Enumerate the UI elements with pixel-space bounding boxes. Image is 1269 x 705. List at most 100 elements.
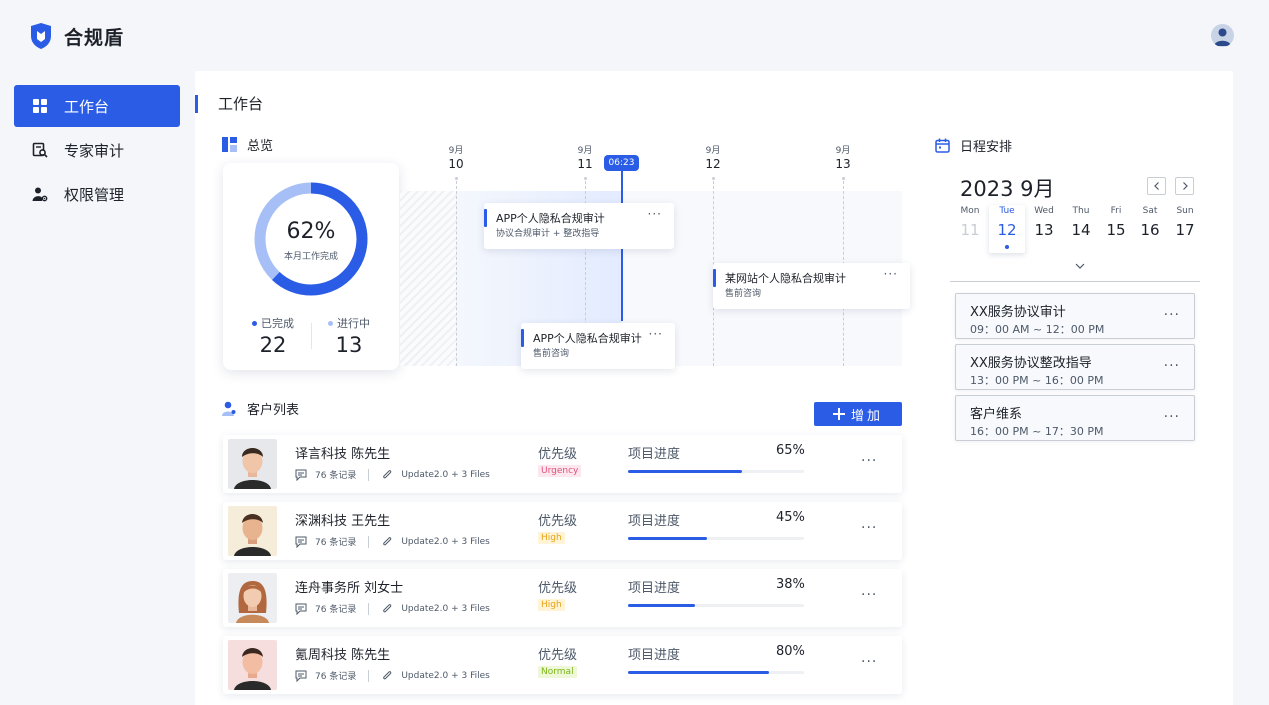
calendar-day[interactable]: Thu 14 — [1063, 205, 1099, 240]
calendar-icon — [935, 138, 950, 153]
task-title: APP个人隐私合规审计 — [496, 212, 605, 225]
calendar-day[interactable]: Sun 17 — [1167, 205, 1203, 240]
progress-track — [628, 671, 804, 674]
timeline-task-card[interactable]: 某网站个人隐私合规审计 售前咨询 ··· — [713, 263, 910, 309]
calendar-divider — [950, 281, 1200, 282]
completion-percentage: 62% — [286, 219, 336, 244]
task-title: 某网站个人隐私合规审计 — [725, 272, 846, 285]
sidebar-item-label: 工作台 — [64, 97, 110, 116]
more-icon[interactable]: ··· — [861, 520, 877, 536]
person-avatar-icon — [236, 581, 269, 623]
progress-track — [628, 604, 804, 607]
user-settings-icon — [32, 187, 48, 202]
client-name: 深渊科技 王先生 — [295, 514, 391, 529]
timeline-month: 9月 — [705, 146, 721, 156]
files-summary: Update2.0 + 3 Files — [401, 469, 490, 480]
client-meta: 76 条记录 Update2.0 + 3 Files — [295, 669, 490, 682]
records-count: 76 条记录 — [315, 538, 357, 548]
app-logo: 合规盾 — [28, 22, 124, 50]
add-client-button[interactable]: 增加 — [814, 402, 902, 426]
event-time: 16：00 PM ~ 17：30 PM — [970, 425, 1104, 438]
user-avatar[interactable] — [1211, 24, 1234, 47]
timeline-day: 13 — [835, 157, 851, 171]
chevron-down-icon[interactable] — [1075, 261, 1085, 271]
more-icon[interactable]: ··· — [861, 453, 877, 469]
more-icon[interactable]: ··· — [884, 267, 898, 281]
calendar-day[interactable]: Wed 13 — [1026, 205, 1062, 240]
completion-card: 62% 本月工作完成 已完成 22 进行中 13 — [223, 163, 399, 370]
sidebar-item-label: 专家审计 — [64, 141, 125, 160]
client-list-icon — [222, 401, 236, 416]
client-meta: 76 条记录 Update2.0 + 3 Files — [295, 468, 490, 481]
files-summary: Update2.0 + 3 Files — [401, 670, 490, 681]
more-icon[interactable]: ··· — [648, 207, 662, 221]
schedule-event[interactable]: XX服务协议整改指导 13：00 PM ~ 16：00 PM ··· — [955, 344, 1195, 390]
client-avatar — [228, 573, 277, 623]
day-name: Tue — [999, 206, 1015, 216]
sidebar-item-workbench[interactable]: 工作台 — [14, 85, 180, 127]
task-title: APP个人隐私合规审计 — [533, 332, 642, 345]
day-name: Sat — [1142, 206, 1158, 216]
done-dot — [252, 320, 257, 326]
timeline-task-card[interactable]: APP个人隐私合规审计 协议合规审计 + 整改指导 ··· — [484, 203, 674, 249]
progress-percentage: 38% — [776, 577, 805, 592]
more-icon[interactable]: ··· — [861, 587, 877, 603]
records-count: 76 条记录 — [315, 605, 357, 615]
completion-label: 本月工作完成 — [283, 252, 338, 262]
more-icon[interactable]: ··· — [1164, 409, 1180, 425]
records-count: 76 条记录 — [315, 471, 357, 481]
progress-track — [628, 537, 804, 540]
calendar-next-button[interactable] — [1175, 177, 1194, 195]
clients-header: 客户列表 — [222, 399, 299, 418]
client-row[interactable]: 深渊科技 王先生 76 条记录 Update2.0 + 3 Files 优先级 … — [223, 502, 902, 560]
files-summary: Update2.0 + 3 Files — [401, 603, 490, 614]
client-row[interactable]: 译言科技 陈先生 76 条记录 Update2.0 + 3 Files 优先级 … — [223, 435, 902, 493]
priority-label: 优先级 — [538, 447, 578, 462]
timeline-day: 12 — [705, 157, 721, 171]
calendar-day[interactable]: Mon 11 — [952, 205, 988, 240]
progress-percentage: 80% — [776, 644, 805, 659]
task-subtitle: 售前咨询 — [725, 289, 762, 299]
client-row[interactable]: 氪周科技 陈先生 76 条记录 Update2.0 + 3 Files 优先级 … — [223, 636, 902, 694]
meta-divider — [368, 468, 370, 481]
more-icon[interactable]: ··· — [649, 327, 663, 341]
plus-icon — [832, 408, 845, 420]
calendar-day[interactable]: Sat 16 — [1132, 205, 1168, 240]
calendar-day[interactable]: Fri 15 — [1098, 205, 1134, 240]
client-row[interactable]: 连舟事务所 刘女士 76 条记录 Update2.0 + 3 Files 优先级… — [223, 569, 902, 627]
progress-track — [628, 470, 804, 473]
progress-percentage: 65% — [776, 443, 805, 458]
day-date: 16 — [1140, 221, 1160, 239]
calendar-day-selected[interactable]: Tue 12 — [989, 205, 1025, 253]
timeline-task-card[interactable]: APP个人隐私合规审计 售前咨询 ··· — [521, 323, 675, 369]
timeline-tick — [455, 177, 458, 180]
timeline-date: 9月 13 — [823, 146, 863, 172]
schedule-header: 日程安排 — [935, 136, 1012, 155]
client-name: 译言科技 陈先生 — [295, 447, 391, 462]
progress-fill — [628, 470, 743, 473]
client-avatar — [228, 506, 277, 556]
more-icon[interactable]: ··· — [1164, 307, 1180, 323]
comment-icon — [295, 469, 307, 481]
sidebar-item-permissions[interactable]: 权限管理 — [14, 173, 180, 215]
calendar-prev-button[interactable] — [1147, 177, 1166, 195]
priority-badge: Urgency — [538, 465, 582, 477]
inprogress-value: 13 — [335, 333, 363, 357]
event-time: 09：00 AM ~ 12：00 PM — [970, 323, 1105, 336]
priority-label: 优先级 — [538, 514, 578, 529]
schedule-title: 日程安排 — [960, 140, 1013, 155]
attachment-icon — [383, 603, 392, 612]
timeline-month: 9月 — [577, 146, 593, 156]
timeline-tick — [584, 177, 587, 180]
comment-icon — [295, 670, 307, 682]
schedule-event[interactable]: 客户维系 16：00 PM ~ 17：30 PM ··· — [955, 395, 1195, 441]
page-title: 工作台 — [195, 95, 263, 113]
more-icon[interactable]: ··· — [1164, 358, 1180, 374]
more-icon[interactable]: ··· — [861, 654, 877, 670]
schedule-event[interactable]: XX服务协议审计 09：00 AM ~ 12：00 PM ··· — [955, 293, 1195, 339]
sidebar-item-expert-audit[interactable]: 专家审计 — [14, 129, 180, 171]
progress-fill — [628, 537, 708, 540]
user-avatar-icon — [1214, 28, 1231, 46]
sidebar-item-label: 权限管理 — [64, 185, 125, 204]
progress-fill — [628, 604, 695, 607]
